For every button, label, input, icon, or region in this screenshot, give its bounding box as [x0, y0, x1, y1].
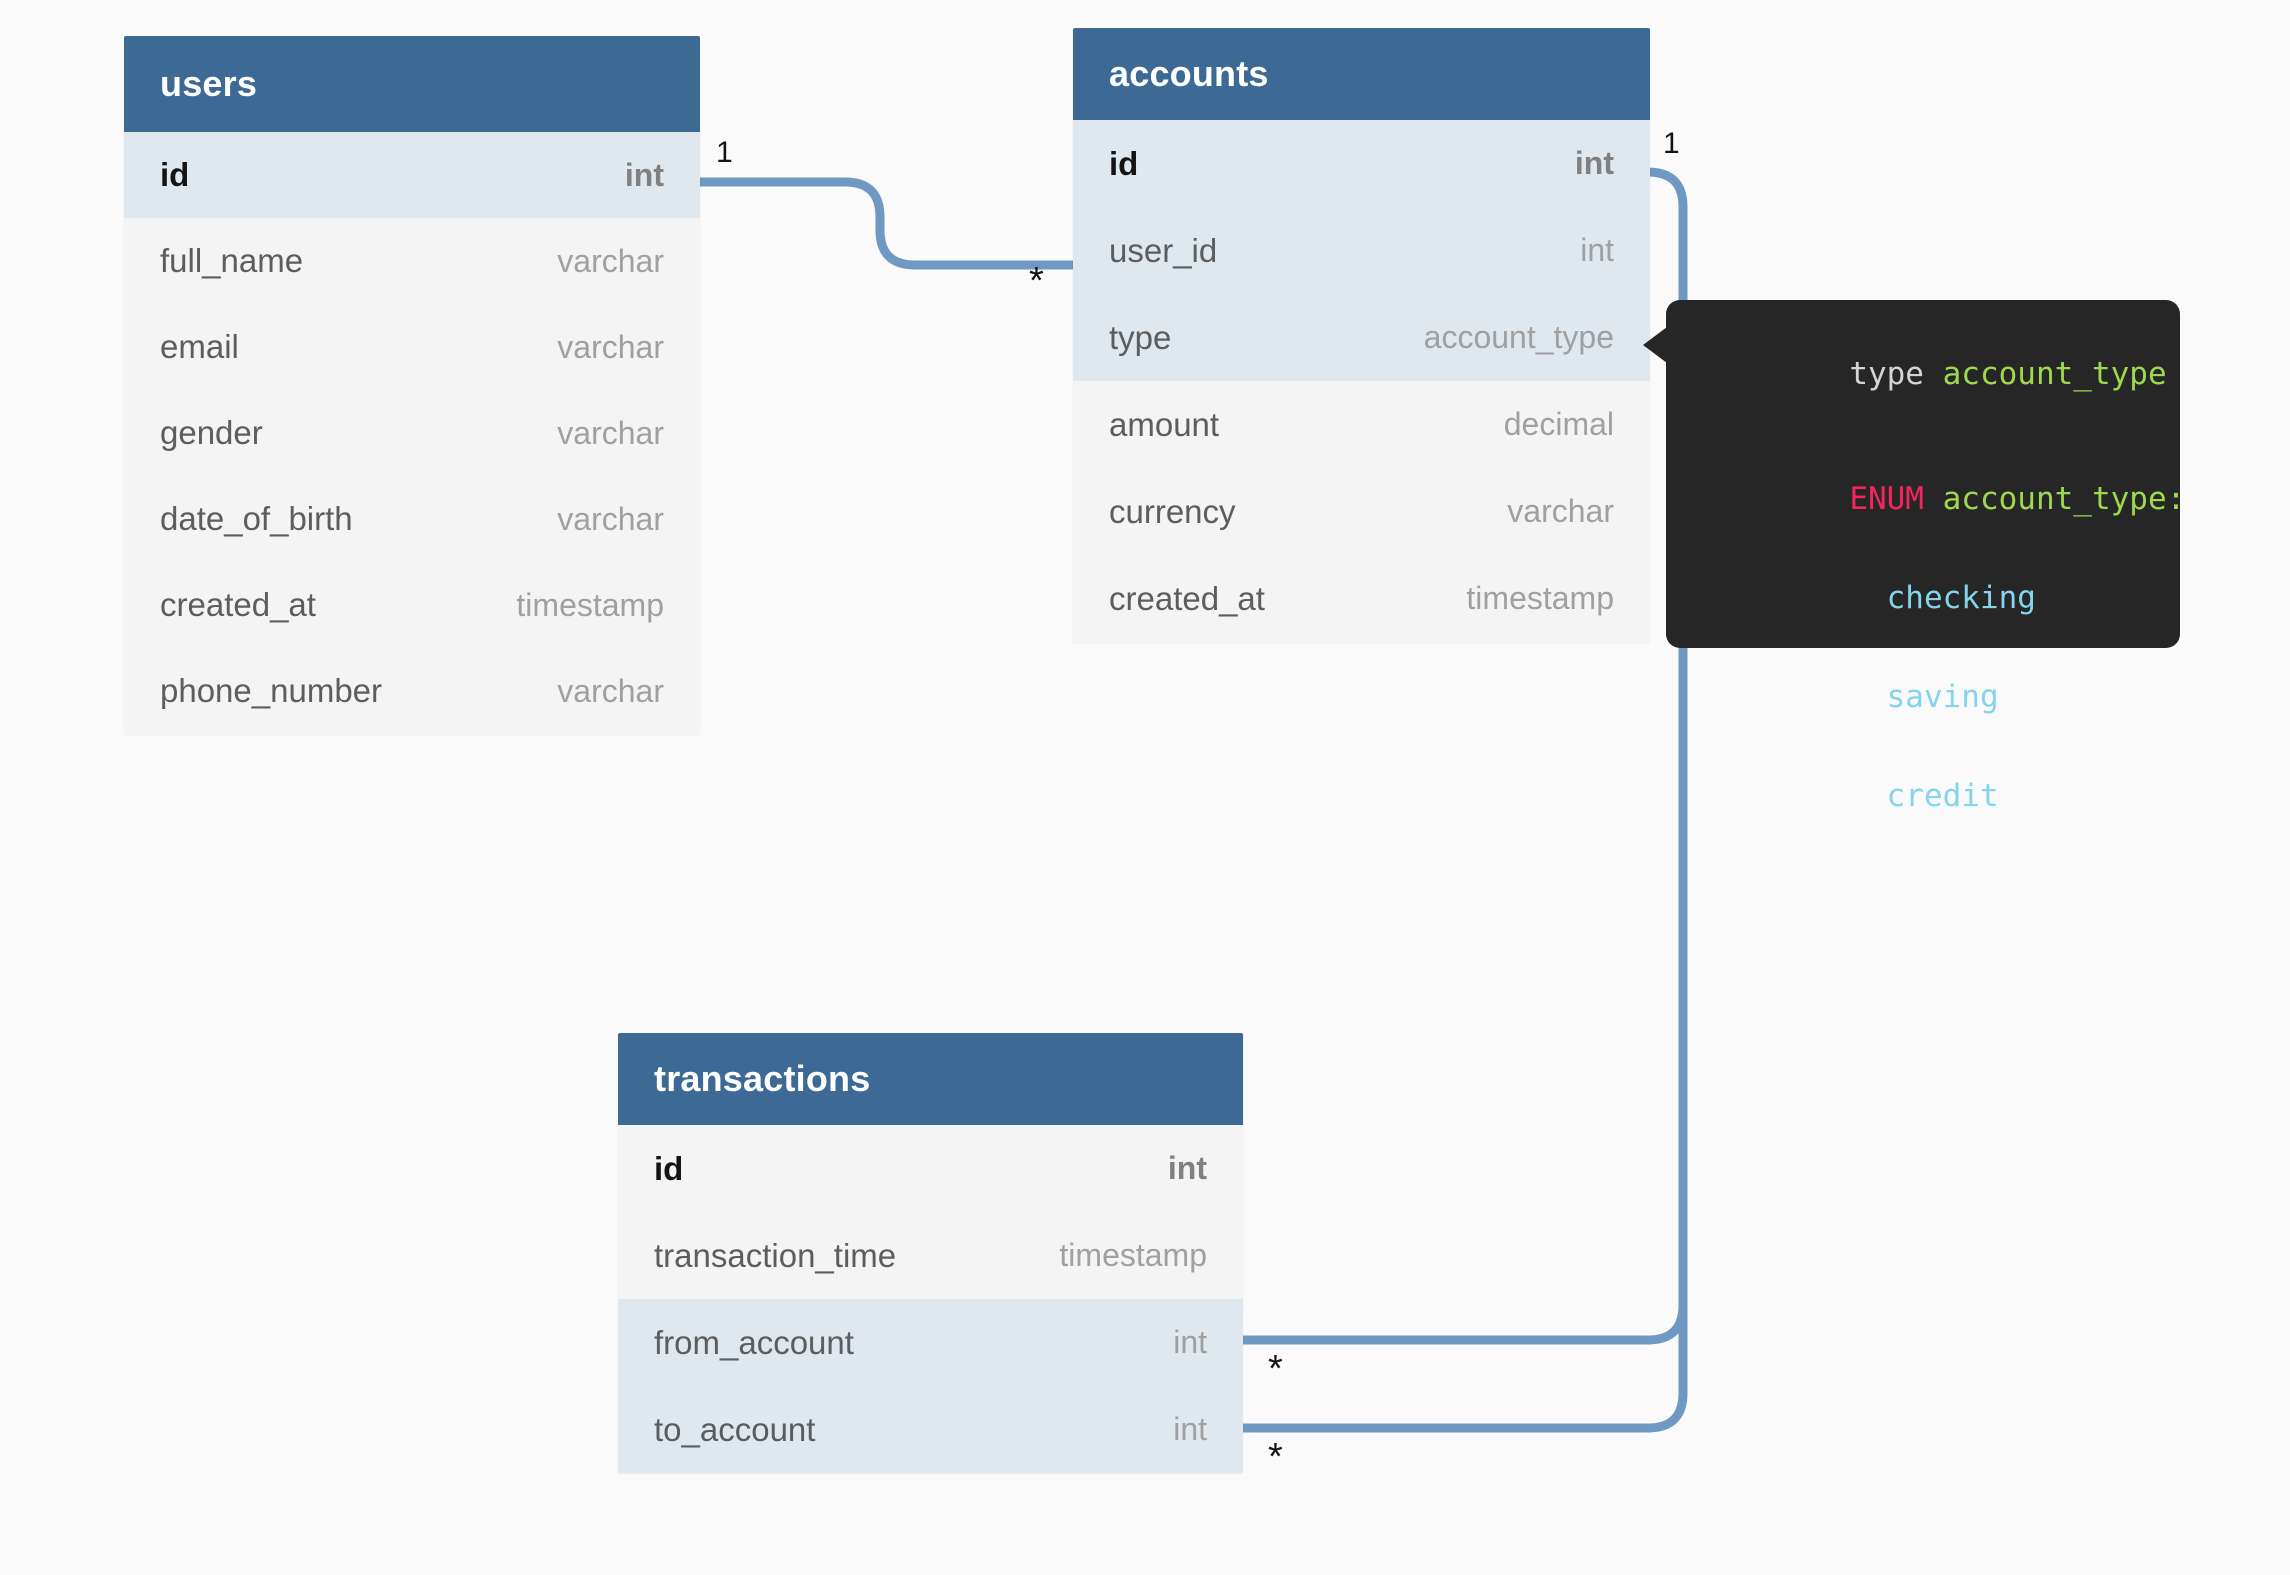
field-type: int: [1173, 1324, 1207, 1360]
field-type: timestamp: [1466, 580, 1614, 616]
enum-tooltip: type account_type ENUM account_type: che…: [1666, 300, 2185, 812]
field-row-accounts-id[interactable]: id int: [1073, 120, 1650, 207]
entity-table-accounts[interactable]: accounts id int user_id int type account…: [1073, 28, 1650, 642]
enum-tooltip-content: type account_type ENUM account_type: che…: [1666, 300, 2185, 871]
entity-body-users: id int full_name varchar email varchar g…: [124, 132, 700, 734]
field-row-users-gender[interactable]: gender varchar: [124, 390, 700, 476]
field-row-accounts-created-at[interactable]: created_at timestamp: [1073, 555, 1650, 642]
entity-title-users: users: [160, 63, 258, 104]
field-row-transactions-id[interactable]: id int: [618, 1125, 1243, 1212]
field-row-accounts-user-id[interactable]: user_id int: [1073, 207, 1650, 294]
cardinality-label-accounts-many: *: [1029, 260, 1044, 302]
field-name: created_at: [1109, 579, 1265, 617]
tooltip-field-type: account_type: [1942, 356, 2167, 392]
field-type: varchar: [557, 328, 664, 365]
field-type: timestamp: [516, 586, 664, 623]
field-row-users-date-of-birth[interactable]: date_of_birth varchar: [124, 476, 700, 562]
tooltip-space: [1924, 356, 1943, 392]
field-row-accounts-amount[interactable]: amount decimal: [1073, 381, 1650, 468]
entity-header-accounts: accounts: [1073, 28, 1650, 120]
tooltip-enum-value-saving: saving: [1886, 679, 1999, 715]
field-row-users-id[interactable]: id int: [124, 132, 700, 218]
field-name: amount: [1109, 405, 1220, 443]
field-type: varchar: [557, 414, 664, 451]
field-row-accounts-type[interactable]: type account_type: [1073, 294, 1650, 381]
tooltip-enum-value-line: saving: [1700, 651, 2146, 744]
tooltip-enum-value-credit: credit: [1886, 778, 1999, 814]
entity-header-transactions: transactions: [618, 1033, 1243, 1125]
field-row-users-email[interactable]: email varchar: [124, 304, 700, 390]
tooltip-enum-value-checking: checking: [1886, 580, 2036, 616]
tooltip-space-2: [1924, 481, 1943, 517]
entity-body-accounts: id int user_id int type account_type amo…: [1073, 120, 1650, 642]
field-type: int: [1574, 145, 1614, 181]
field-name: currency: [1109, 492, 1236, 530]
tooltip-enum-value-line: credit: [1700, 750, 2146, 843]
field-name: id: [1109, 144, 1139, 182]
field-name: created_at: [160, 586, 316, 623]
field-name: id: [654, 1149, 684, 1187]
field-type: varchar: [557, 500, 664, 537]
field-type: int: [1167, 1150, 1207, 1186]
cardinality-label-accounts-one: 1: [1663, 127, 1680, 160]
field-name: phone_number: [160, 672, 383, 709]
field-name: email: [160, 328, 239, 365]
er-diagram-canvas: 1 * 1 * * users id int full_name varchar…: [0, 0, 2290, 1575]
field-name: from_account: [654, 1323, 854, 1361]
field-row-transactions-transaction-time[interactable]: transaction_time timestamp: [618, 1212, 1243, 1299]
field-row-transactions-to-account[interactable]: to_account int: [618, 1386, 1243, 1473]
field-type: account_type: [1423, 319, 1614, 355]
entity-title-accounts: accounts: [1109, 53, 1269, 94]
field-type: int: [624, 156, 664, 193]
cardinality-label-to-account-many: *: [1268, 1436, 1283, 1478]
field-name: type: [1109, 318, 1172, 356]
field-name: full_name: [160, 242, 304, 279]
field-type: int: [1173, 1411, 1207, 1447]
entity-table-users[interactable]: users id int full_name varchar email var…: [124, 36, 700, 734]
field-row-users-created-at[interactable]: created_at timestamp: [124, 562, 700, 648]
field-name: id: [160, 156, 190, 193]
field-name: date_of_birth: [160, 500, 353, 537]
field-row-users-phone-number[interactable]: phone_number varchar: [124, 648, 700, 734]
field-type: decimal: [1503, 406, 1614, 442]
field-type: varchar: [557, 672, 664, 709]
tooltip-gap: [1700, 421, 2146, 453]
field-name: gender: [160, 414, 263, 451]
entity-header-users: users: [124, 36, 700, 132]
cardinality-label-from-account-many: *: [1268, 1348, 1283, 1390]
entity-body-transactions: id int transaction_time timestamp from_a…: [618, 1125, 1243, 1473]
tooltip-enum-value-line: checking: [1700, 552, 2146, 645]
entity-table-transactions[interactable]: transactions id int transaction_time tim…: [618, 1033, 1243, 1473]
field-name: user_id: [1109, 231, 1218, 269]
field-row-users-full-name[interactable]: full_name varchar: [124, 218, 700, 304]
field-name: transaction_time: [654, 1236, 897, 1274]
tooltip-title-line: type account_type: [1700, 328, 2166, 421]
field-type: int: [1580, 232, 1614, 268]
entity-title-transactions: transactions: [654, 1058, 871, 1099]
field-name: to_account: [654, 1410, 816, 1448]
connector-accounts-transactions-to: [1243, 1305, 1688, 1433]
field-row-accounts-currency[interactable]: currency varchar: [1073, 468, 1650, 555]
tooltip-field-name: type: [1849, 356, 1924, 392]
field-type: timestamp: [1059, 1237, 1207, 1273]
cardinality-label-users-one: 1: [716, 136, 733, 169]
field-type: varchar: [557, 242, 664, 279]
tooltip-enum-keyword: ENUM: [1849, 481, 1924, 517]
field-row-transactions-from-account[interactable]: from_account int: [618, 1299, 1243, 1386]
connector-users-accounts: [700, 177, 1073, 270]
tooltip-enum-name: account_type:: [1942, 481, 2186, 517]
field-type: varchar: [1507, 493, 1614, 529]
tooltip-arrow-icon: [1643, 327, 1667, 363]
tooltip-enum-decl-line: ENUM account_type:: [1700, 453, 2185, 546]
